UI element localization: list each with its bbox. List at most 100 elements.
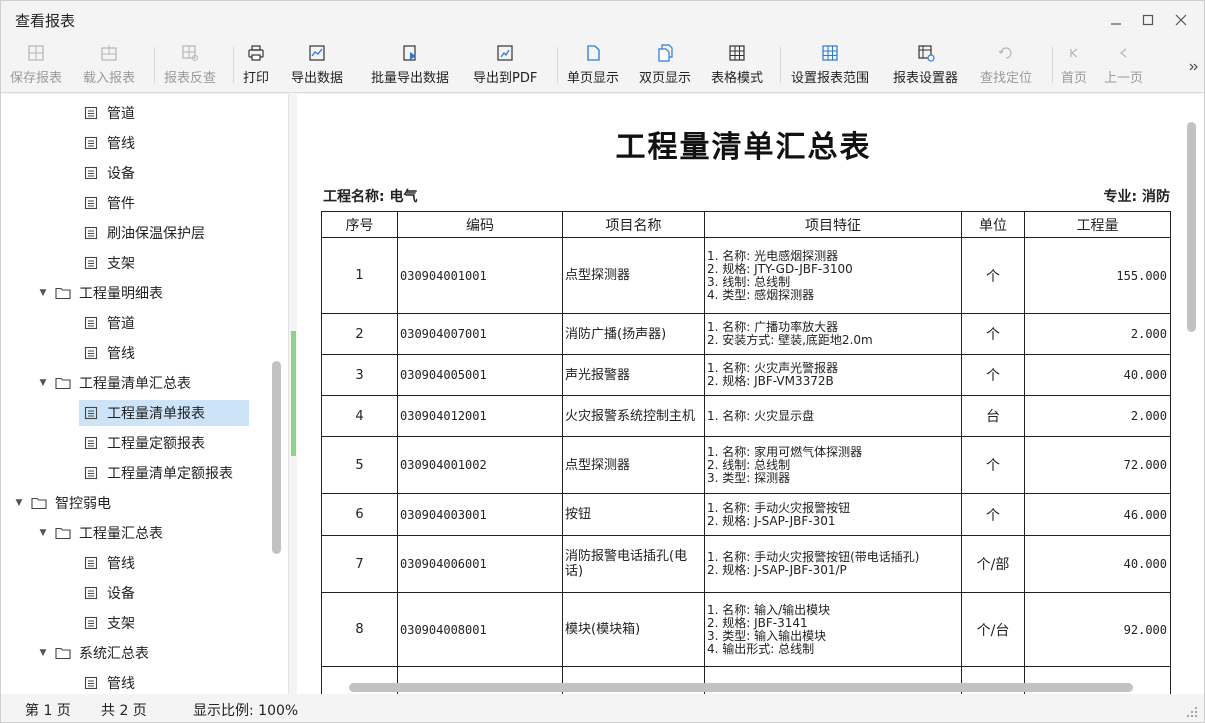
save-report-button[interactable]: 保存报表 bbox=[10, 41, 62, 89]
export-data-button[interactable]: 导出数据 bbox=[291, 41, 343, 89]
tree-item-equipment[interactable]: 设备 bbox=[83, 580, 135, 606]
document-icon bbox=[83, 465, 99, 481]
tree-scrollbar[interactable] bbox=[272, 361, 281, 554]
tree-folder-smart-weak-current[interactable]: ▼ 智控弱电 bbox=[13, 490, 111, 516]
tree-item-pipeline[interactable]: 管线 bbox=[83, 670, 135, 694]
column-header: 编码 bbox=[397, 211, 563, 238]
tree-folder-quantity-summary[interactable]: ▼ 工程量汇总表 bbox=[37, 520, 163, 546]
chevron-down-icon[interactable]: ▼ bbox=[37, 288, 49, 298]
tree-item-coating[interactable]: 刷油保温保护层 bbox=[83, 220, 205, 246]
double-chevron-right-icon bbox=[1184, 57, 1204, 77]
tree-item-bill-report[interactable]: 工程量清单报表 bbox=[79, 400, 249, 426]
report-vertical-scrollbar[interactable] bbox=[1187, 122, 1196, 332]
item-name: 消防报警电话插孔(电话) bbox=[562, 535, 705, 593]
table-load-icon bbox=[99, 43, 119, 63]
find-locate-button[interactable]: 查找定位 bbox=[980, 41, 1032, 89]
item-unit: 个/台 bbox=[961, 592, 1025, 667]
export-pdf-button[interactable]: 导出到PDF bbox=[473, 41, 537, 89]
current-page: 第 1 页 bbox=[25, 703, 71, 719]
item-quantity: 92.000 bbox=[1024, 592, 1171, 667]
report-horizontal-scrollbar[interactable] bbox=[349, 683, 1133, 692]
tree-item-support[interactable]: 支架 bbox=[83, 610, 135, 636]
item-quantity: 40.000 bbox=[1024, 354, 1171, 396]
panel-splitter[interactable] bbox=[291, 331, 296, 456]
tree-item-pipe[interactable]: 管道 bbox=[83, 100, 135, 126]
chevron-down-icon[interactable]: ▼ bbox=[37, 378, 49, 388]
item-unit: 个 bbox=[961, 313, 1025, 355]
column-header: 单位 bbox=[961, 211, 1025, 238]
title-bar: 查看报表 bbox=[1, 1, 1204, 37]
specialty: 专业: 消防 bbox=[1103, 189, 1170, 205]
resize-grip-icon[interactable] bbox=[1186, 706, 1198, 718]
report-tree: 管道 管线 设备 管件 刷油保温保护层 支架 ▼ 工程量明细表 管道 管线 ▼ … bbox=[1, 94, 289, 694]
folder-icon bbox=[55, 285, 71, 301]
document-icon bbox=[83, 195, 99, 211]
report-check-button[interactable]: 报表反查 bbox=[164, 41, 216, 89]
document-icon bbox=[83, 615, 99, 631]
tree-item-bill-quota-report[interactable]: 工程量清单定额报表 bbox=[83, 460, 233, 486]
batch-export-icon bbox=[400, 43, 420, 63]
report-settings-button[interactable]: 报表设置器 bbox=[893, 41, 958, 89]
tree-item-fittings[interactable]: 管件 bbox=[83, 190, 135, 216]
item-name: 模块(模块箱) bbox=[562, 592, 705, 667]
tree-item-pipeline[interactable]: 管线 bbox=[83, 340, 135, 366]
item-code: 030904012001 bbox=[397, 395, 563, 437]
item-name: 消防广播(扬声器) bbox=[562, 313, 705, 355]
table-row: 8 030904008001 模块(模块箱) 1. 名称: 输入/输出模块 2.… bbox=[321, 592, 1171, 667]
tree-item-quota-report[interactable]: 工程量定额报表 bbox=[83, 430, 205, 456]
maximize-icon[interactable] bbox=[1137, 9, 1159, 31]
tree-folder-bill-summary[interactable]: ▼ 工程量清单汇总表 bbox=[37, 370, 191, 396]
tree-item-equipment[interactable]: 设备 bbox=[83, 160, 135, 186]
tree-item-support[interactable]: 支架 bbox=[83, 250, 135, 276]
folder-icon bbox=[55, 645, 71, 661]
chevron-down-icon[interactable]: ▼ bbox=[37, 648, 49, 658]
item-name: 点型探测器 bbox=[562, 436, 705, 494]
tree-folder-system-summary[interactable]: ▼ 系统汇总表 bbox=[37, 640, 149, 666]
tree-folder-quantity-detail[interactable]: ▼ 工程量明细表 bbox=[37, 280, 163, 306]
close-icon[interactable] bbox=[1170, 9, 1192, 31]
batch-export-button[interactable]: 批量导出数据 bbox=[371, 41, 449, 89]
column-header: 项目特征 bbox=[704, 211, 962, 238]
window-title: 查看报表 bbox=[15, 12, 76, 30]
first-page-button[interactable]: 首页 bbox=[1061, 41, 1087, 89]
toolbar-separator bbox=[780, 47, 781, 83]
item-features: 1. 名称: 广播功率放大器 2. 安装方式: 壁装,底距地2.0m bbox=[704, 313, 962, 355]
first-page-icon bbox=[1064, 43, 1084, 63]
quantity-table: 序号 编码 项目名称 项目特征 单位 工程量 1 030904001001 点型… bbox=[321, 211, 1171, 694]
toolbar-separator bbox=[557, 47, 558, 83]
item-code: 030904001001 bbox=[397, 237, 563, 314]
item-code: 030904008001 bbox=[397, 592, 563, 667]
item-name: 火灾报警系统控制主机 bbox=[562, 395, 705, 437]
table-mode-button[interactable]: 表格模式 bbox=[711, 41, 763, 89]
set-report-range-button[interactable]: 设置报表范围 bbox=[791, 41, 869, 89]
document-icon bbox=[83, 165, 99, 181]
row-number: 3 bbox=[321, 354, 398, 396]
table-row: 4 030904012001 火灾报警系统控制主机 1. 名称: 火灾显示盘 台… bbox=[321, 395, 1171, 437]
row-number: 2 bbox=[321, 313, 398, 355]
single-page-button[interactable]: 单页显示 bbox=[567, 41, 619, 89]
document-icon bbox=[83, 675, 99, 691]
chevron-down-icon[interactable]: ▼ bbox=[13, 498, 25, 508]
item-quantity: 155.000 bbox=[1024, 237, 1171, 314]
item-unit: 个/部 bbox=[961, 535, 1025, 593]
document-icon bbox=[83, 345, 99, 361]
double-page-button[interactable]: 双页显示 bbox=[639, 41, 691, 89]
tree-item-pipe[interactable]: 管道 bbox=[83, 310, 135, 336]
column-header: 工程量 bbox=[1024, 211, 1171, 238]
row-number: 7 bbox=[321, 535, 398, 593]
table-row: 1 030904001001 点型探测器 1. 名称: 光电感烟探测器 2. 规… bbox=[321, 237, 1171, 314]
item-code: 030904001002 bbox=[397, 436, 563, 494]
chevron-down-icon[interactable]: ▼ bbox=[37, 528, 49, 538]
row-number: 6 bbox=[321, 493, 398, 536]
print-button[interactable]: 打印 bbox=[243, 41, 269, 89]
table-row: 2 030904007001 消防广播(扬声器) 1. 名称: 广播功率放大器 … bbox=[321, 313, 1171, 355]
previous-page-button[interactable]: 上一页 bbox=[1104, 41, 1143, 89]
minimize-icon[interactable] bbox=[1105, 9, 1127, 31]
tree-item-pipeline[interactable]: 管线 bbox=[83, 550, 135, 576]
tree-item-pipeline[interactable]: 管线 bbox=[83, 130, 135, 156]
item-code: 030904003001 bbox=[397, 493, 563, 536]
row-number: 5 bbox=[321, 436, 398, 494]
item-name: 声光报警器 bbox=[562, 354, 705, 396]
load-report-button[interactable]: 载入报表 bbox=[83, 41, 135, 89]
document-icon bbox=[83, 555, 99, 571]
